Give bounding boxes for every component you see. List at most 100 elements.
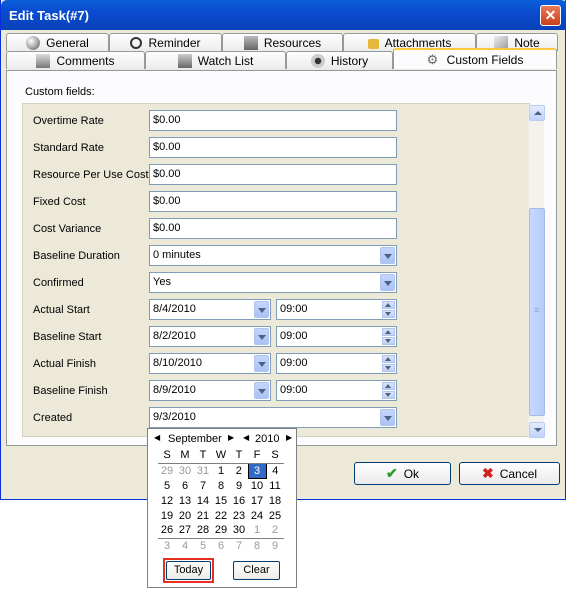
calendar-day[interactable]: 21 [194,508,212,523]
scroll-up-icon[interactable] [529,105,545,121]
clear-button[interactable]: Clear [233,561,280,580]
calendar-month[interactable]: September [168,433,222,445]
title-bar[interactable]: Edit Task(#7) ✕ [1,0,566,30]
actual-start-time-spinner[interactable]: 09:00 [276,299,397,320]
calendar-day[interactable]: 26 [158,523,176,538]
baseline-finish-time-spinner[interactable]: 09:00 [276,380,397,401]
calendar-day[interactable]: 11 [266,478,284,493]
actual-finish-date-picker[interactable]: 8/10/2010 [149,353,271,374]
chevron-down-icon[interactable] [254,301,269,318]
calendar-day[interactable]: 28 [194,523,212,538]
chevron-down-icon[interactable] [380,274,395,291]
spin-up-icon[interactable] [382,301,395,309]
overtime-rate-field[interactable]: $0.00 [149,110,397,131]
calendar-day[interactable]: 19 [158,508,176,523]
spin-up-icon[interactable] [382,382,395,390]
calendar-day[interactable]: 17 [248,493,266,508]
scroll-down-icon[interactable] [529,422,545,438]
calendar-day[interactable]: 9 [230,478,248,493]
calendar-day[interactable]: 8 [212,478,230,493]
actual-start-date-picker[interactable]: 8/4/2010 [149,299,271,320]
time-spin-buttons[interactable] [382,355,395,372]
chevron-down-icon[interactable] [380,409,395,426]
ok-button[interactable]: ✔ Ok [354,462,451,485]
calendar-day[interactable]: 29 [158,463,176,478]
calendar-day[interactable]: 16 [230,493,248,508]
fixed-cost-field[interactable]: $0.00 [149,191,397,212]
spin-down-icon[interactable] [382,337,395,345]
calendar-day[interactable]: 20 [176,508,194,523]
calendar-day[interactable]: 3 [158,537,176,553]
calendar-day[interactable]: 23 [230,508,248,523]
scroll-thumb[interactable] [529,208,545,416]
calendar-day[interactable]: 4 [266,463,284,478]
calendar-day[interactable]: 18 [266,493,284,508]
tab-reminder[interactable]: Reminder [109,33,222,51]
calendar-day-selected[interactable]: 3 [247,462,267,479]
calendar-day[interactable]: 30 [230,523,248,538]
calendar-day[interactable]: 8 [248,537,266,553]
next-year-icon[interactable]: ▶ [286,433,292,442]
created-date-picker[interactable]: 9/3/2010 [149,407,397,428]
chevron-down-icon[interactable] [254,355,269,372]
next-month-icon[interactable]: ▶ [228,433,234,442]
baseline-finish-date-picker[interactable]: 8/9/2010 [149,380,271,401]
calendar-day[interactable]: 12 [158,493,176,508]
standard-rate-field[interactable]: $0.00 [149,137,397,158]
calendar-day[interactable]: 5 [194,537,212,553]
calendar-day[interactable]: 31 [194,463,212,478]
spin-down-icon[interactable] [382,391,395,399]
calendar-day[interactable]: 10 [248,478,266,493]
prev-year-icon[interactable]: ◀ [243,433,249,442]
calendar-day[interactable]: 29 [212,523,230,538]
calendar-day[interactable]: 30 [176,463,194,478]
time-spin-buttons[interactable] [382,382,395,399]
calendar-day[interactable]: 1 [248,523,266,538]
chevron-down-icon[interactable] [254,328,269,345]
calendar-day[interactable]: 1 [212,463,230,478]
spin-up-icon[interactable] [382,328,395,336]
calendar-day[interactable]: 2 [266,523,284,538]
calendar-year[interactable]: 2010 [255,433,279,445]
tab-resources[interactable]: Resources [222,33,343,51]
calendar-day[interactable]: 22 [212,508,230,523]
confirmed-combo[interactable]: Yes [149,272,397,293]
calendar-day[interactable]: 25 [266,508,284,523]
calendar-day[interactable]: 6 [212,537,230,553]
calendar-day[interactable]: 7 [230,537,248,553]
calendar-day[interactable]: 4 [176,537,194,553]
calendar-day[interactable]: 9 [266,537,284,553]
spin-up-icon[interactable] [382,355,395,363]
spin-down-icon[interactable] [382,310,395,318]
prev-month-icon[interactable]: ◀ [154,433,160,442]
calendar-day[interactable]: 27 [176,523,194,538]
calendar-day[interactable]: 7 [194,478,212,493]
cancel-button[interactable]: ✖ Cancel [459,462,560,485]
calendar-day[interactable]: 2 [230,463,248,478]
time-spin-buttons[interactable] [382,328,395,345]
tab-watch-list[interactable]: Watch List [145,51,286,69]
cost-variance-field[interactable]: $0.00 [149,218,397,239]
tab-general[interactable]: General [6,33,109,51]
baseline-duration-combo[interactable]: 0 minutes [149,245,397,266]
tab-comments[interactable]: Comments [6,51,145,69]
vertical-scrollbar[interactable] [528,105,545,438]
chevron-down-icon[interactable] [380,247,395,264]
calendar-day[interactable]: 14 [194,493,212,508]
calendar-day[interactable]: 5 [158,478,176,493]
actual-finish-time-spinner[interactable]: 09:00 [276,353,397,374]
tab-history[interactable]: History [286,51,393,69]
baseline-start-time-spinner[interactable]: 09:00 [276,326,397,347]
today-button[interactable]: Today [166,561,211,580]
calendar-day[interactable]: 15 [212,493,230,508]
resource-per-use-cost-field[interactable]: $0.00 [149,164,397,185]
calendar-day[interactable]: 13 [176,493,194,508]
spin-down-icon[interactable] [382,364,395,372]
close-button[interactable]: ✕ [540,5,561,26]
chevron-down-icon[interactable] [254,382,269,399]
tab-custom-fields[interactable]: ⚙ Custom Fields [393,48,557,69]
calendar-day[interactable]: 24 [248,508,266,523]
time-spin-buttons[interactable] [382,301,395,318]
calendar-day[interactable]: 6 [176,478,194,493]
baseline-start-date-picker[interactable]: 8/2/2010 [149,326,271,347]
